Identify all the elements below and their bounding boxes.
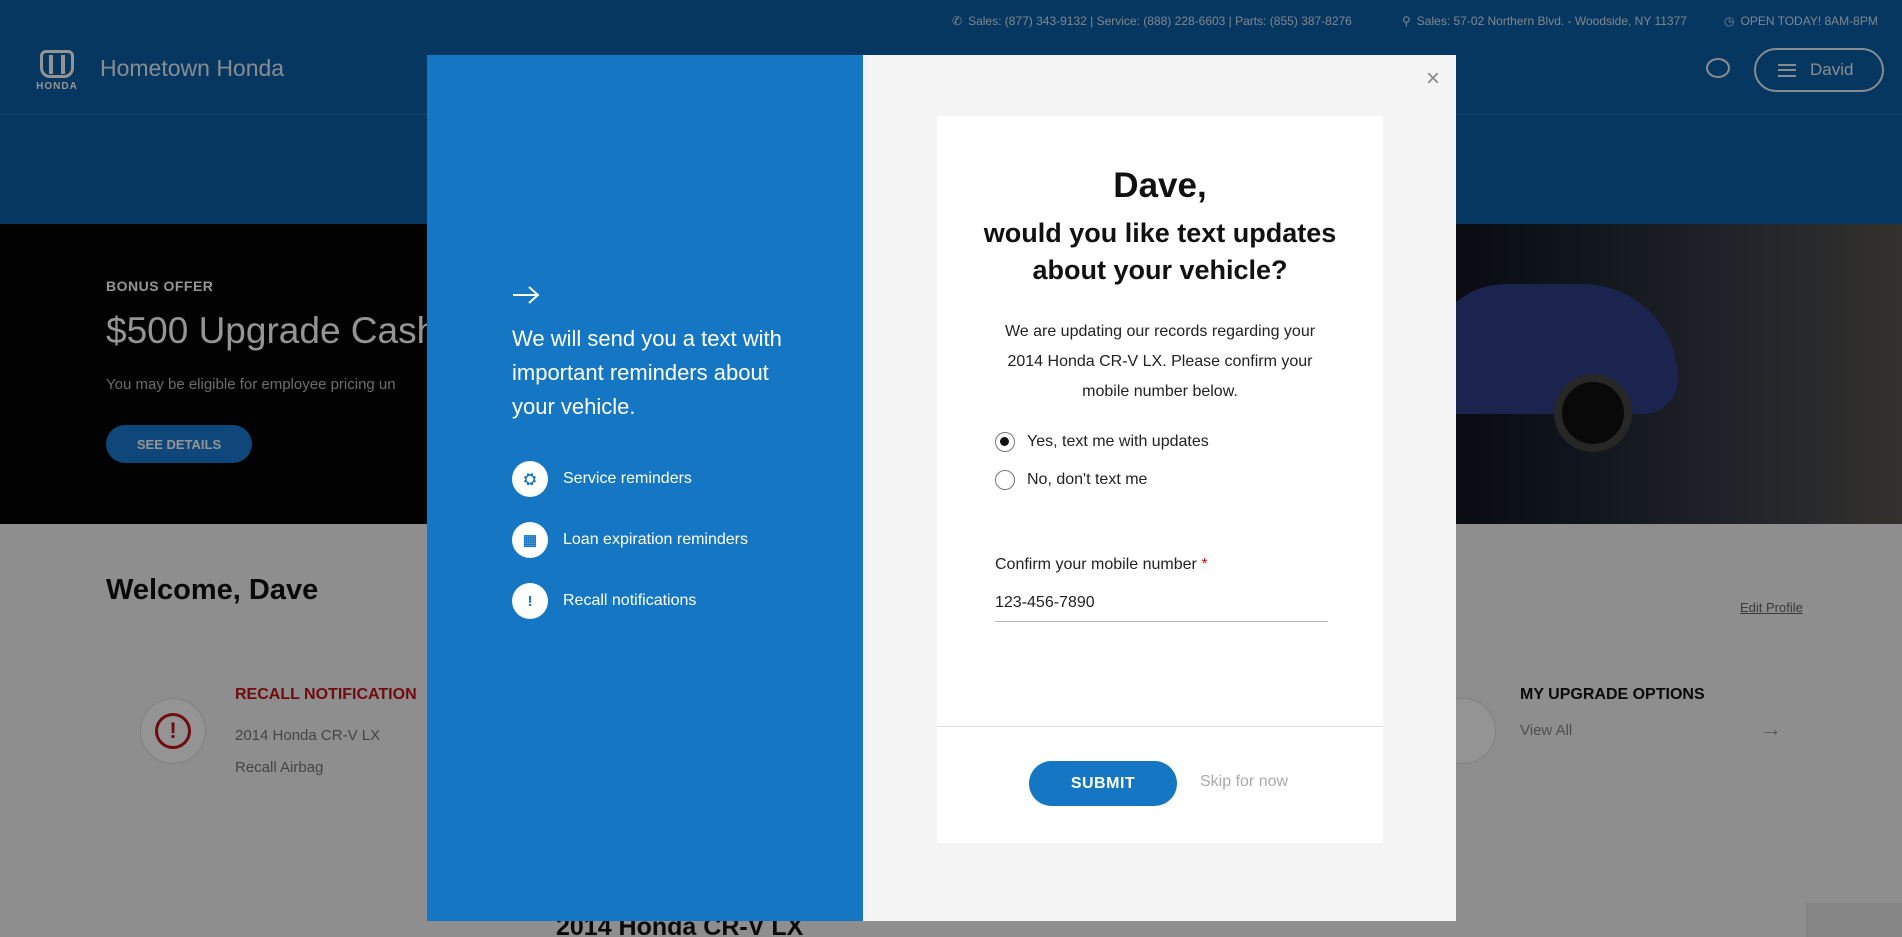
benefit-label: Recall notifications [563,592,697,609]
option-yes-label[interactable]: Yes, text me with updates [1027,433,1209,451]
car-service-icon: ⛭ [512,461,548,497]
greeting-heading: Dave, [1113,166,1207,205]
benefit-recall: ! Recall notifications [512,583,696,619]
option-no[interactable]: No, don't text me [995,470,1147,490]
benefit-label: Service reminders [563,470,692,487]
required-marker: * [1201,556,1208,573]
alert-icon: ! [512,583,548,619]
radio-no[interactable] [995,470,1015,490]
radio-yes[interactable] [995,432,1015,452]
option-yes[interactable]: Yes, text me with updates [995,432,1209,452]
mobile-label-text: Confirm your mobile number [995,556,1197,573]
mobile-field-label: Confirm your mobile number * [995,556,1208,574]
explanation-text: We are updating our records regarding yo… [1004,323,1316,400]
option-no-label[interactable]: No, don't text me [1027,471,1147,489]
skip-link[interactable]: Skip for now [1200,773,1288,791]
modal-intro-text: We will send you a text with important r… [512,326,782,419]
question-heading: would you like text updates about your v… [983,218,1337,285]
text-updates-modal: We will send you a text with important r… [427,55,1456,921]
modal-form-panel: × Dave, would you like text updates abou… [863,55,1456,921]
submit-button[interactable]: SUBMIT [1029,761,1177,806]
benefit-service: ⛭ Service reminders [512,461,692,497]
arrow-right-icon [513,286,540,304]
calendar-icon: ▦ [512,522,548,558]
opt-in-card: Dave, would you like text updates about … [937,116,1383,843]
close-icon[interactable]: × [1418,64,1448,94]
modal-info-panel: We will send you a text with important r… [427,55,863,921]
mobile-number-input[interactable] [995,584,1328,622]
benefit-loan: ▦ Loan expiration reminders [512,522,748,558]
card-divider [937,726,1383,727]
benefit-label: Loan expiration reminders [563,531,748,548]
